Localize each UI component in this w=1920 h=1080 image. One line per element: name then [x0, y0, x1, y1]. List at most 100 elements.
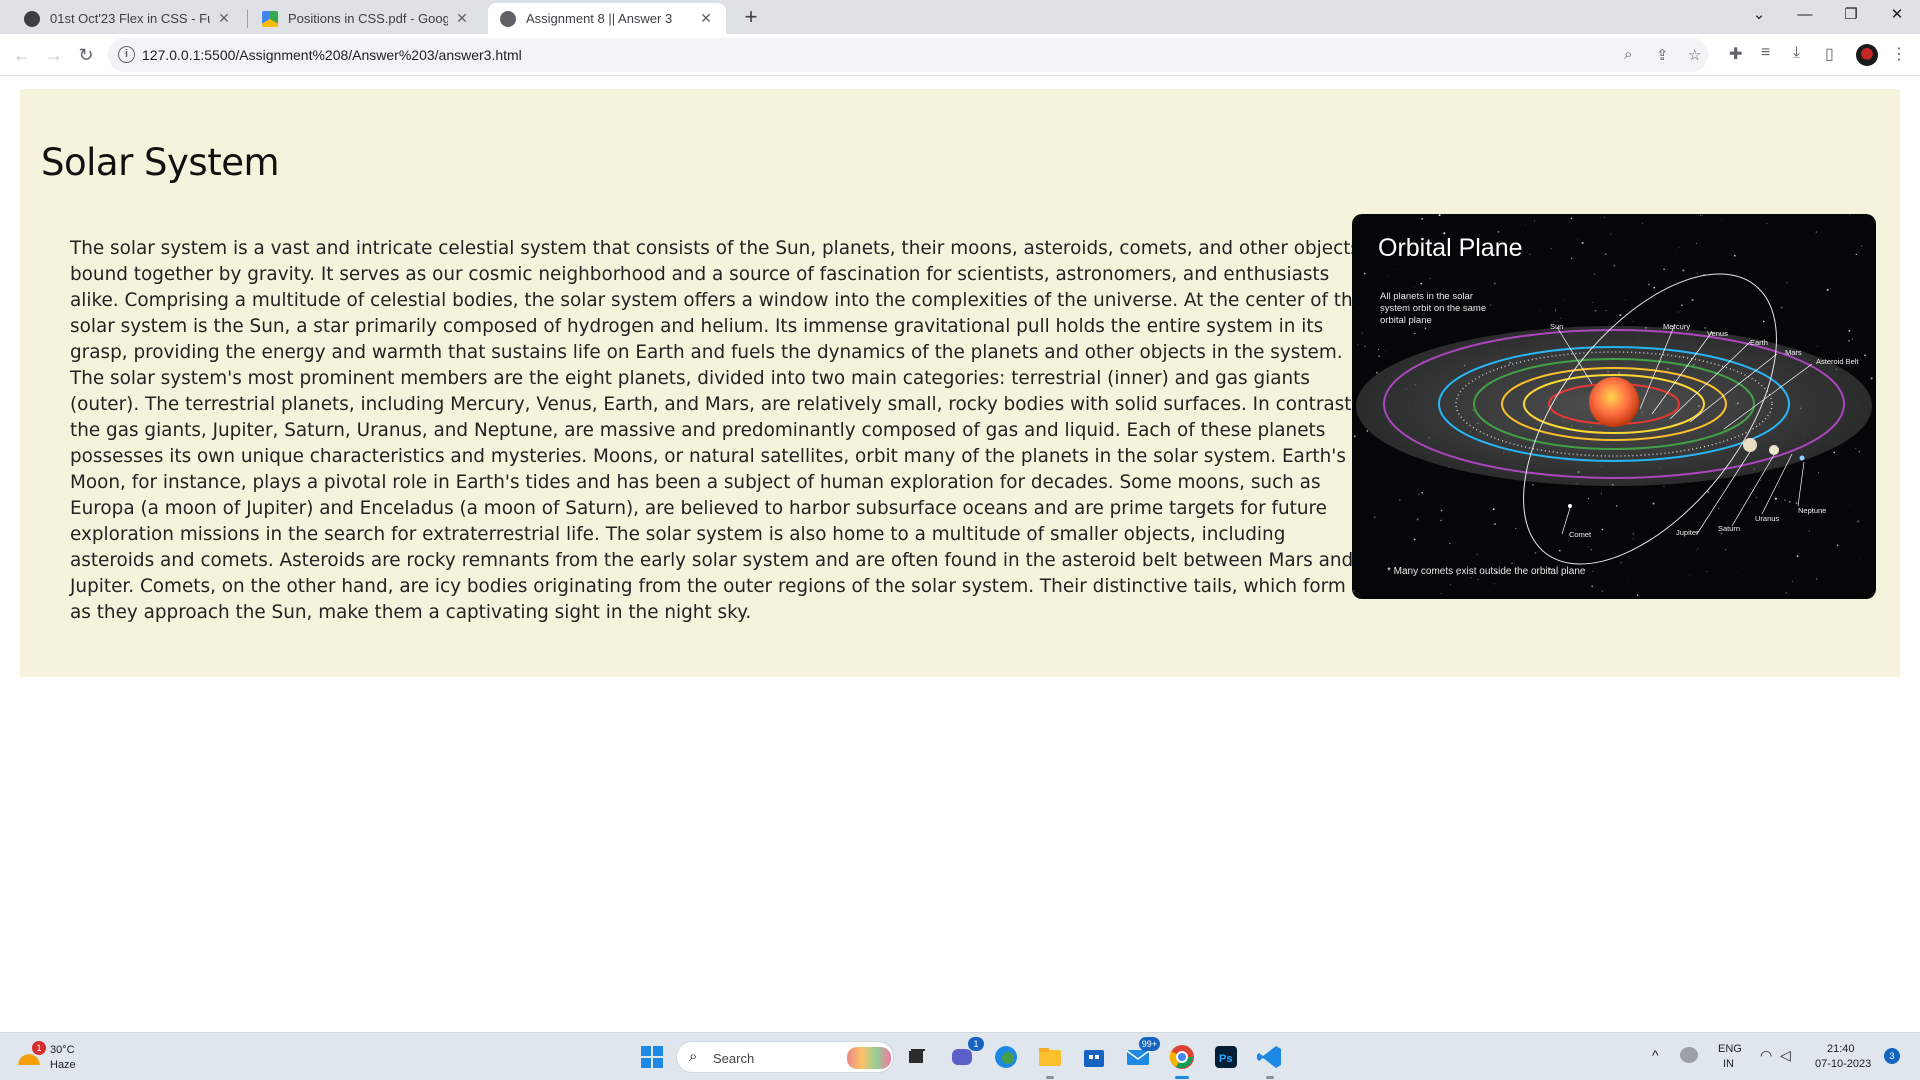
tab-divider	[247, 10, 248, 28]
site-info-icon[interactable]: i	[118, 46, 135, 63]
star	[1632, 532, 1635, 535]
extensions-icon[interactable]: ✚	[1729, 44, 1742, 64]
star	[1699, 214, 1702, 216]
description-paragraph: The solar system is a vast and intricate…	[70, 238, 1364, 623]
star	[1440, 228, 1441, 229]
media-queue-icon[interactable]: ≡	[1761, 44, 1770, 62]
tray-overflow-icon[interactable]: ^	[1652, 1047, 1659, 1063]
zoom-icon[interactable]: ⌕	[1624, 46, 1632, 63]
label-saturn: Saturn	[1718, 524, 1741, 533]
notification-badge[interactable]: 3	[1884, 1048, 1900, 1064]
chrome-button[interactable]	[1166, 1041, 1198, 1079]
address-bar[interactable]: i 127.0.0.1:5500/Assignment%208/Answer%2…	[108, 38, 1708, 72]
star	[1550, 248, 1552, 250]
star	[1449, 542, 1451, 545]
onedrive-icon[interactable]	[1680, 1047, 1698, 1063]
page-title: Solar System	[41, 141, 280, 184]
star	[1677, 311, 1679, 313]
language-line2[interactable]: IN	[1723, 1058, 1734, 1070]
star	[1378, 348, 1380, 350]
weather-widget[interactable]: 1 30°C Haze	[14, 1039, 94, 1075]
reload-button[interactable]: ↻	[72, 41, 100, 69]
store-button[interactable]	[1078, 1041, 1110, 1073]
minimize-button[interactable]: —	[1782, 0, 1828, 30]
star	[1652, 502, 1655, 505]
star	[1352, 400, 1353, 403]
star	[1554, 309, 1556, 311]
star	[1515, 527, 1517, 530]
side-panel-icon[interactable]: ▯	[1825, 44, 1834, 64]
wifi-icon[interactable]: ◠	[1760, 1047, 1772, 1064]
star	[1818, 472, 1820, 474]
more-menu-icon[interactable]: ⋮	[1891, 44, 1907, 64]
share-icon[interactable]: ⇪	[1656, 46, 1669, 64]
star	[1826, 288, 1829, 291]
star	[1529, 253, 1531, 256]
star	[1590, 549, 1592, 551]
clock-date[interactable]: 07-10-2023	[1815, 1058, 1871, 1070]
star	[1766, 222, 1768, 225]
star	[1784, 499, 1786, 501]
forward-button[interactable]: →	[40, 41, 68, 69]
edge-button[interactable]	[990, 1041, 1022, 1073]
star	[1691, 298, 1694, 302]
close-tab-icon[interactable]: ✕	[216, 10, 232, 27]
clock-time[interactable]: 21:40	[1827, 1043, 1855, 1055]
page-viewport: Solar System The solar system is a vast …	[0, 77, 1920, 1032]
mail-badge: 99+	[1138, 1037, 1160, 1051]
close-tab-icon[interactable]: ✕	[698, 10, 714, 27]
tab-title: Positions in CSS.pdf - Google Dr	[288, 11, 448, 26]
star	[1848, 329, 1851, 332]
star	[1413, 286, 1415, 288]
tab-positions-pdf[interactable]: Positions in CSS.pdf - Google Dr ✕	[250, 3, 482, 34]
star	[1858, 557, 1860, 559]
star	[1836, 544, 1839, 547]
taskbar-search[interactable]: ⌕ Search	[676, 1041, 894, 1073]
store-icon	[1084, 1050, 1104, 1067]
url-text[interactable]: 127.0.0.1:5500/Assignment%208/Answer%203…	[142, 47, 522, 63]
windows-logo-icon	[641, 1046, 663, 1068]
mail-button[interactable]: 99+	[1122, 1037, 1160, 1073]
star	[1493, 583, 1496, 585]
star	[1647, 283, 1650, 286]
globe-icon	[500, 10, 516, 27]
star	[1593, 273, 1596, 275]
star	[1682, 269, 1685, 272]
close-window-button[interactable]: ✕	[1874, 0, 1920, 30]
star	[1353, 435, 1356, 438]
star	[1420, 282, 1423, 285]
star	[1592, 302, 1593, 303]
restore-button[interactable]: ❐	[1828, 0, 1874, 30]
star	[1414, 333, 1416, 335]
language-line1[interactable]: ENG	[1718, 1043, 1742, 1055]
star	[1833, 451, 1836, 454]
tab-search-icon[interactable]: ⌄	[1736, 0, 1782, 30]
profile-avatar[interactable]	[1856, 44, 1878, 66]
weather-temp: 30°C	[50, 1044, 75, 1056]
star	[1563, 299, 1565, 301]
star	[1604, 217, 1606, 218]
task-view-button[interactable]	[900, 1041, 932, 1073]
star	[1862, 282, 1864, 283]
vscode-button[interactable]	[1254, 1041, 1286, 1079]
edge-icon	[995, 1046, 1017, 1068]
teams-chat-button[interactable]: 1	[946, 1037, 984, 1073]
tab-assignment-8[interactable]: Assignment 8 || Answer 3 ✕	[488, 3, 726, 34]
volume-icon[interactable]: ◁	[1780, 1047, 1791, 1064]
new-tab-button[interactable]: +	[737, 4, 765, 32]
back-button[interactable]: ←	[8, 41, 36, 69]
star	[1559, 317, 1562, 320]
photoshop-button[interactable]: Ps	[1210, 1041, 1242, 1073]
star	[1864, 215, 1866, 217]
tab-flex-css[interactable]: 01st Oct'23 Flex in CSS - Full Sta ✕	[12, 3, 244, 34]
star	[1497, 231, 1500, 233]
star	[1704, 326, 1707, 329]
close-tab-icon[interactable]: ✕	[454, 10, 470, 27]
star	[1725, 549, 1727, 551]
bookmark-star-icon[interactable]: ☆	[1688, 46, 1701, 64]
weather-badge: 1	[32, 1041, 46, 1055]
file-explorer-button[interactable]	[1034, 1041, 1066, 1079]
download-icon[interactable]: ⤓	[1793, 44, 1800, 62]
start-button[interactable]	[636, 1041, 668, 1073]
star	[1791, 580, 1793, 582]
